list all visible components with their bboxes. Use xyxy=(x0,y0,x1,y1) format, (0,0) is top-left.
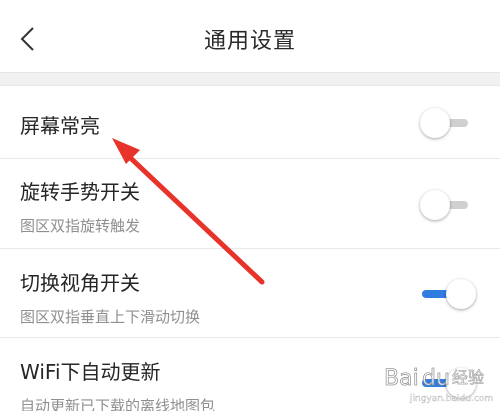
rotate-gesture-toggle[interactable] xyxy=(420,188,476,222)
wifi-auto-update-toggle[interactable] xyxy=(420,366,476,400)
setting-title: WiFi下自动更新 xyxy=(20,360,161,384)
setting-row-rotate-gesture[interactable]: 旋转手势开关 图区双指旋转触发 xyxy=(0,159,500,249)
title-bar: 通用设置 xyxy=(0,0,500,72)
setting-row-wifi-auto-update[interactable]: WiFi下自动更新 自动更新已下载的离线地图包 xyxy=(0,338,500,411)
page-title: 通用设置 xyxy=(203,29,296,54)
switch-view-toggle[interactable] xyxy=(420,277,476,311)
setting-description: 自动更新已下载的离线地图包 xyxy=(20,397,216,411)
setting-description: 图区双指垂直上下滑动切换 xyxy=(20,308,201,326)
setting-row-switch-view[interactable]: 切换视角开关 图区双指垂直上下滑动切换 xyxy=(0,249,500,338)
section-divider xyxy=(0,72,500,86)
screen-always-on-toggle[interactable] xyxy=(420,106,476,140)
setting-title: 旋转手势开关 xyxy=(20,180,140,204)
setting-title: 切换视角开关 xyxy=(20,271,140,295)
setting-description: 图区双指旋转触发 xyxy=(20,217,141,235)
setting-row-screen-always-on[interactable]: 屏幕常亮 xyxy=(0,87,500,159)
setting-title: 屏幕常亮 xyxy=(20,114,100,138)
